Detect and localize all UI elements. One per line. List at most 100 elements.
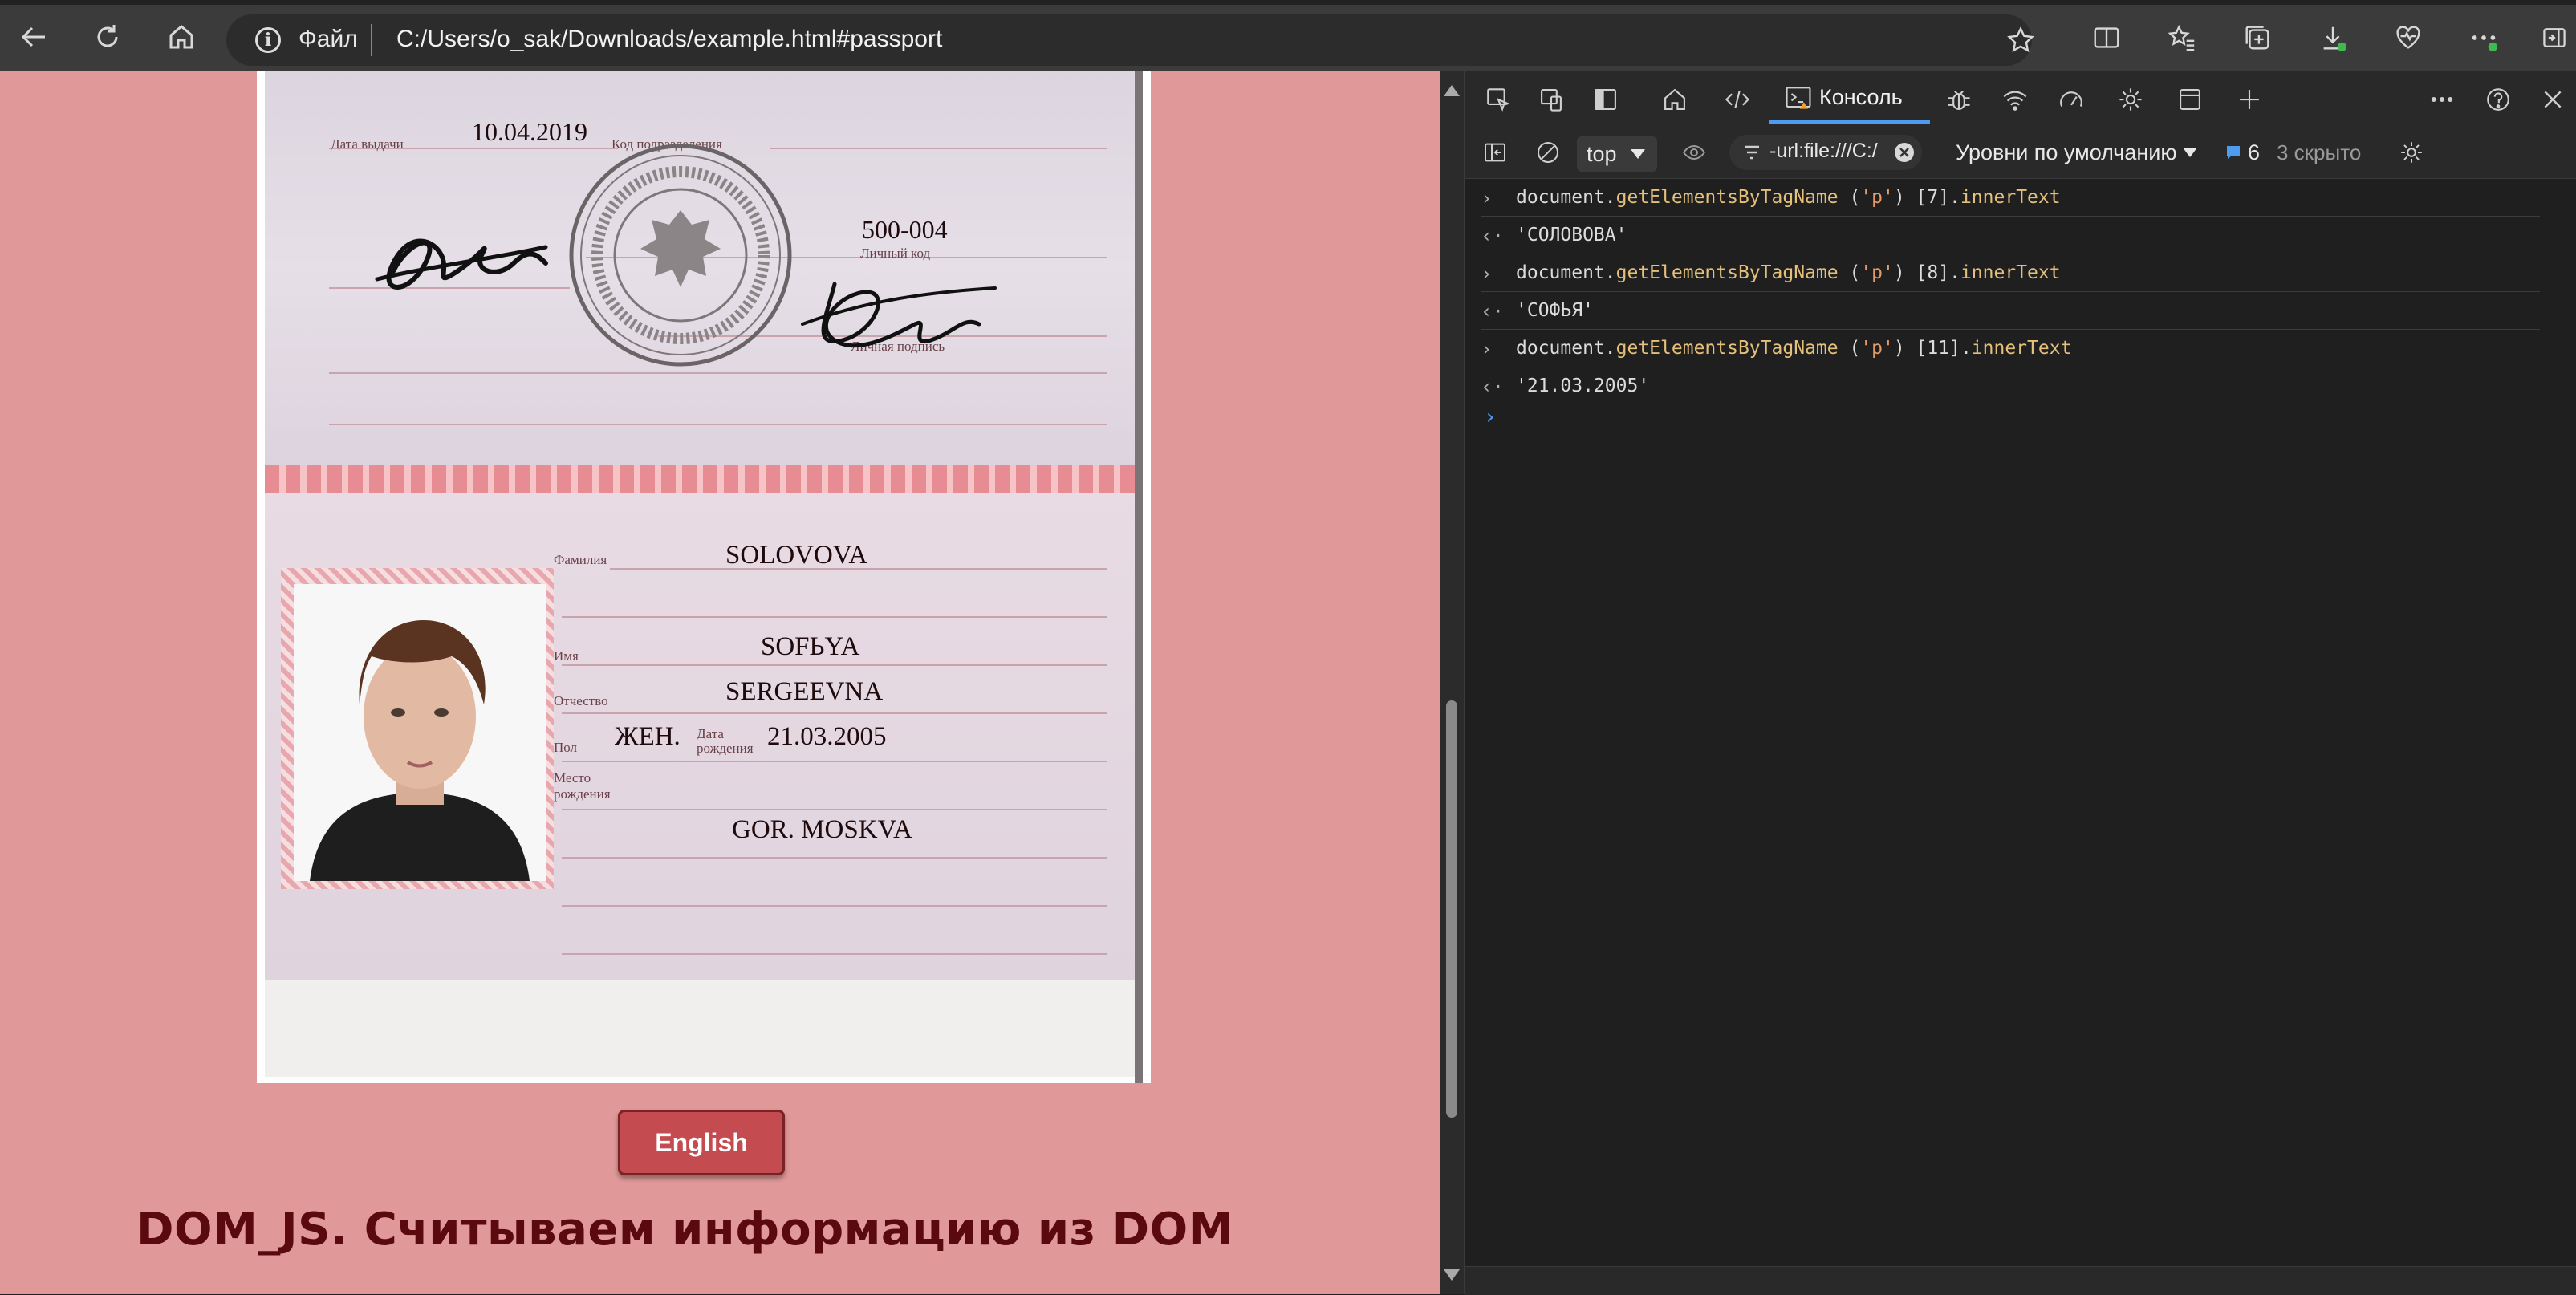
english-button[interactable]: English [618,1110,785,1175]
browser-essentials-icon[interactable] [2388,18,2428,58]
scroll-up-icon[interactable] [1444,85,1460,96]
console-result-line: ‹· 'СОФЬЯ' [1481,292,2540,330]
personal-code-label: Личный код [860,246,931,261]
devtools-panel: Консоль top -url:file:///C:/ Уровни по у… [1464,71,2576,1295]
issues-count: 6 [2248,140,2261,164]
device-emulation-icon[interactable] [1534,82,1569,117]
elements-icon[interactable] [1720,82,1755,117]
chevron-down-icon [1628,146,1648,162]
more-icon[interactable] [2464,18,2504,58]
signature-left [375,238,548,290]
clear-filter-icon[interactable] [1893,141,1916,164]
output-arrow-icon: ‹· [1481,376,1504,398]
clear-console-icon[interactable] [1532,136,1564,168]
sidebar-icon[interactable] [2534,18,2574,58]
official-stamp [569,144,792,367]
output-arrow-icon: ‹· [1481,225,1504,247]
sex: ЖЕН. [615,722,681,751]
tab-console-label: Консоль [1819,85,1903,109]
hidden-count: 3 скрыто [2277,140,2362,164]
issue-date-label: Дата выдачи [331,136,404,152]
birth-place-label: Место рождения [554,770,611,802]
add-tab-icon[interactable] [2232,82,2267,117]
live-expression-eye-icon[interactable] [1678,136,1710,168]
patronymic: SERGEEVNA [725,677,884,706]
dock-side-icon[interactable] [1588,82,1623,117]
console-output: › document.getElementsByTagName ('p') [7… [1465,179,2576,1238]
page-scrollbar[interactable] [1440,71,1464,1294]
context-value: top [1587,142,1617,166]
welcome-home-icon[interactable] [1657,82,1692,117]
tab-console[interactable]: Консоль [1769,74,1930,124]
console-input-line: › document.getElementsByTagName ('p') [7… [1481,179,2540,217]
passport-photo [294,584,546,881]
given-name: SOFЬYA [761,632,860,661]
sex-label: Пол [554,740,578,755]
home-icon[interactable] [160,16,202,58]
console-input-line: › document.getElementsByTagName ('p') [1… [1481,330,2540,367]
levels-chevron-down-icon [2180,144,2200,160]
console-prompt[interactable]: › [1484,405,1497,429]
input-chevron-icon: › [1481,262,1493,285]
settings-gear-icon[interactable] [2113,82,2148,117]
passport-binding-strip [265,465,1143,493]
log-levels-label: Уровни по умолчанию [1956,140,2177,164]
birth-place: GOR. MOSKVA [732,815,912,844]
file-label: Файл [299,26,358,52]
patronymic-label: Отчество [554,693,608,708]
passport-blank-area [265,980,1143,1077]
birth-date-label: Дата рождения [697,726,754,756]
console-result-line: ‹· '21.03.2005' [1481,376,1650,398]
more-tools-icon[interactable] [2424,82,2460,117]
issues-counter[interactable]: 6 [2224,135,2280,170]
console-result-line: ‹· 'СОЛОВОВА' [1481,217,2540,254]
close-devtools-icon[interactable] [2535,82,2570,117]
browser-toolbar: i Файл C:/Users/o_sak/Downloads/example.… [0,0,2576,71]
help-icon[interactable] [2481,82,2516,117]
devtools-tabs: Консоль [1465,71,2576,127]
drawer-tabs [1465,1266,2576,1295]
refresh-icon[interactable] [87,16,128,58]
input-chevron-icon: › [1481,338,1493,360]
filter-icon [1741,141,1763,164]
surname: SOLOVOVA [725,541,868,570]
url-text[interactable]: C:/Users/o_sak/Downloads/example.html#pa… [396,26,942,53]
filter-value: -url:file:///C:/ [1769,140,1878,162]
address-bar[interactable]: i Файл C:/Users/o_sak/Downloads/example.… [226,14,2034,66]
back-icon[interactable] [13,16,55,58]
log-levels-dropdown[interactable]: Уровни по умолчанию [1949,135,2206,170]
message-icon [2224,143,2243,162]
division-code: 500-004 [862,215,948,244]
birth-date: 21.03.2005 [767,722,887,751]
passport-image: Дата выдачи 10.04.2019 Код подразделения… [257,71,1151,1083]
sidebar-toggle-icon[interactable] [1479,136,1511,168]
favorites-icon[interactable] [2162,18,2202,58]
scroll-down-icon[interactable] [1444,1269,1460,1281]
page-heading: DOM_JS. Считываем информацию из DOM [136,1204,1233,1256]
context-selector[interactable]: top [1577,136,1657,172]
input-chevron-icon: › [1481,187,1493,209]
star-icon[interactable] [2001,21,2040,59]
performance-icon[interactable] [2054,82,2089,117]
downloads-icon[interactable] [2313,18,2353,58]
filter-input[interactable]: -url:file:///C:/ [1729,135,1922,170]
console-input-line: › document.getElementsByTagName ('p') [8… [1481,254,2540,292]
console-toolbar: top -url:file:///C:/ Уровни по умолчанию [1465,127,2576,179]
collections-icon[interactable] [2237,18,2277,58]
signature-right [801,282,997,348]
web-page: Дата выдачи 10.04.2019 Код подразделения… [0,71,1440,1294]
network-icon[interactable] [1997,82,2033,117]
divider [371,24,372,56]
name-label: Имя [554,648,579,664]
info-icon[interactable]: i [255,27,281,53]
inspect-icon[interactable] [1481,82,1516,117]
split-screen-icon[interactable] [2086,18,2127,58]
output-arrow-icon: ‹· [1481,300,1504,323]
scrollbar-thumb[interactable] [1446,700,1457,1118]
sources-bug-icon[interactable] [1941,82,1977,117]
application-icon[interactable] [2172,82,2208,117]
console-icon [1782,83,1814,112]
passport-edge [1135,71,1143,1083]
console-settings-icon[interactable] [2395,136,2428,168]
surname-label: Фамилия [554,552,607,567]
